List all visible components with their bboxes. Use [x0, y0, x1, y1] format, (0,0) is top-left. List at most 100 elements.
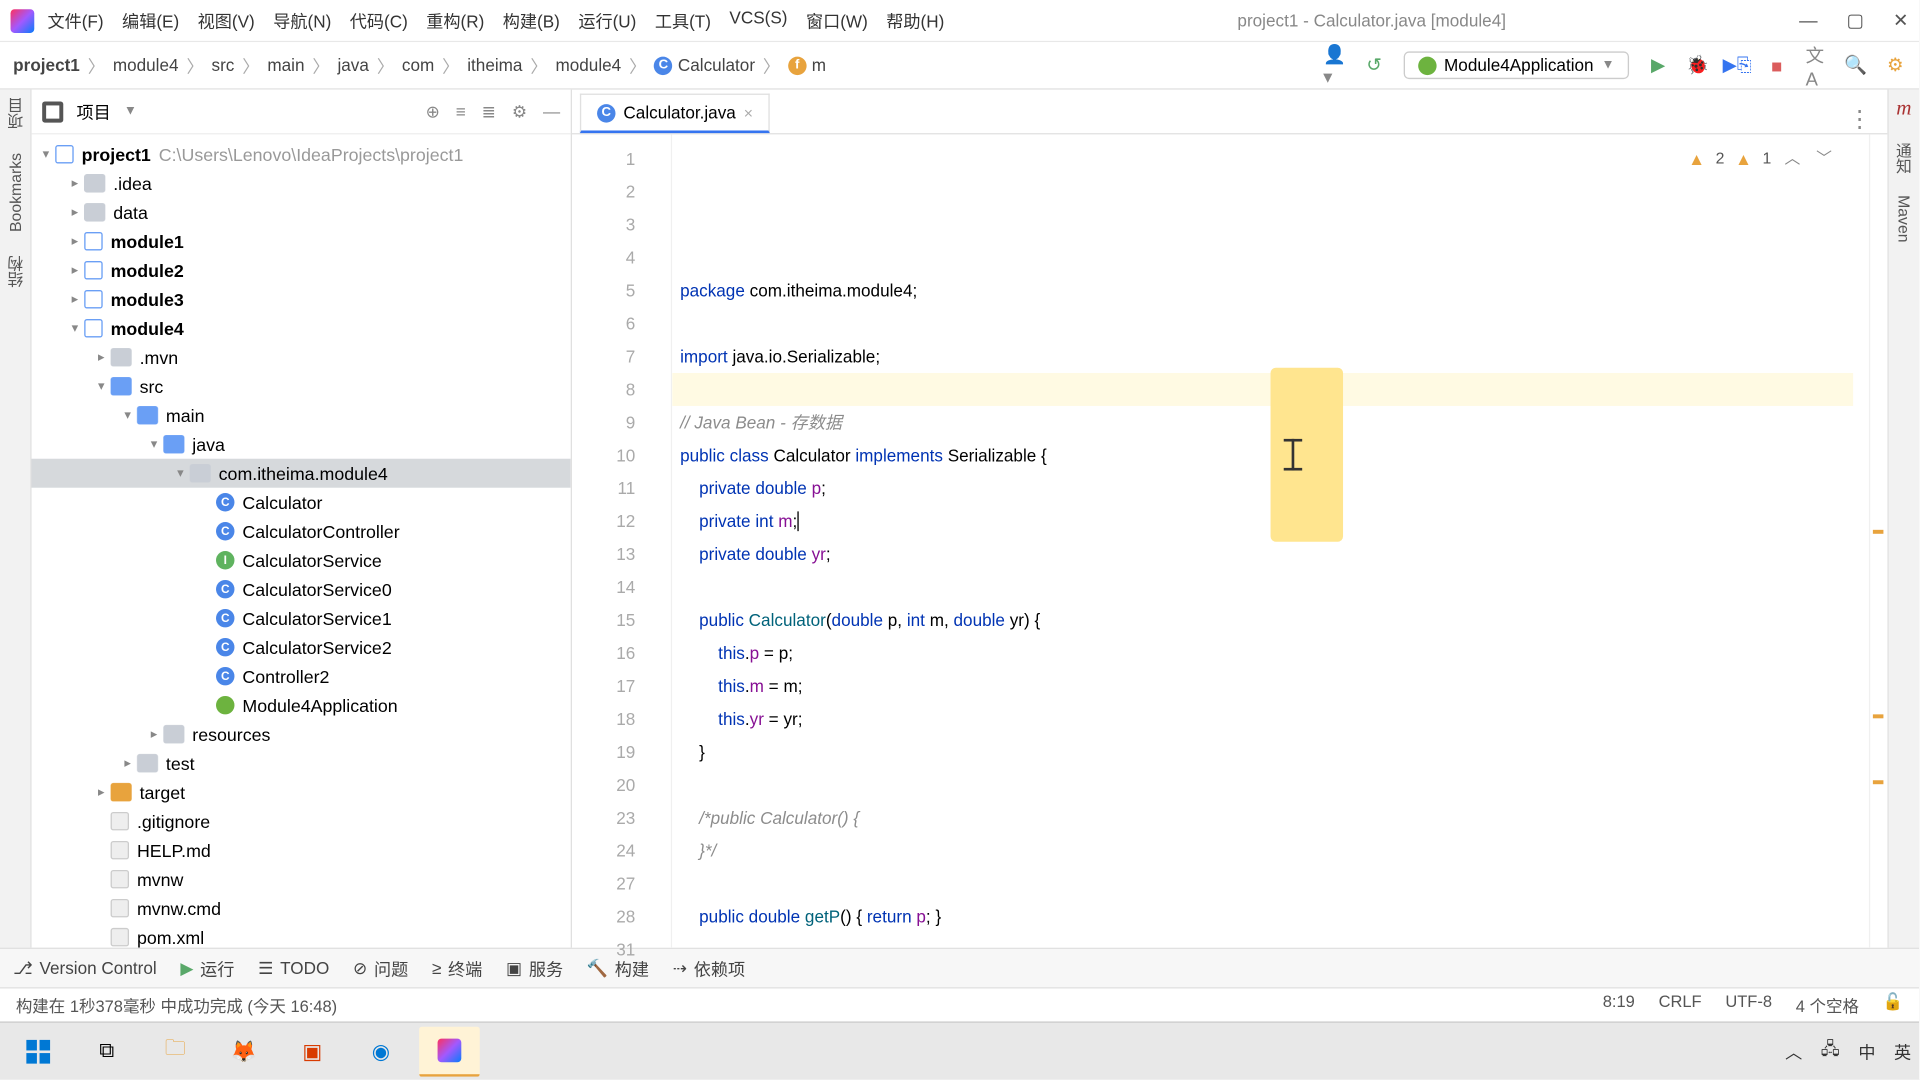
menu-item[interactable]: 运行(U) [578, 8, 636, 33]
locate-icon[interactable]: ⊕ [426, 101, 440, 122]
firefox-button[interactable]: 🦊 [214, 1026, 275, 1076]
start-button[interactable] [8, 1026, 69, 1076]
breadcrumb-item[interactable]: java [337, 55, 368, 75]
menu-item[interactable]: 工具(T) [655, 8, 711, 33]
stop-button[interactable]: ■ [1766, 55, 1787, 76]
run-config-selector[interactable]: Module4Application ▼ [1403, 51, 1629, 79]
sync-icon[interactable]: ↺ [1364, 55, 1385, 76]
left-tab-structure[interactable]: 结构 [4, 256, 26, 288]
tree-node[interactable]: ▸.idea [32, 169, 571, 198]
office-button[interactable]: ▣ [282, 1026, 343, 1076]
menu-item[interactable]: 窗口(W) [806, 8, 868, 33]
debug-button[interactable]: 🐞 [1687, 55, 1708, 76]
breadcrumb-item[interactable]: project1 [13, 55, 80, 75]
tree-node[interactable]: ▸module3 [32, 285, 571, 314]
tool-version-control[interactable]: ⎇Version Control [13, 958, 156, 979]
right-tab-maven[interactable]: Maven [1895, 195, 1913, 242]
tree-node[interactable]: .gitignore [32, 807, 571, 836]
readonly-lock-icon[interactable]: 🔓 [1883, 992, 1904, 1017]
line-separator[interactable]: CRLF [1659, 992, 1702, 1017]
project-tree[interactable]: ▾project1C:\Users\Lenovo\IdeaProjects\pr… [32, 134, 571, 947]
search-icon[interactable]: 🔍 [1845, 55, 1866, 76]
tree-node[interactable]: pom.xml [32, 923, 571, 948]
tool-problems[interactable]: ⊘问题 [353, 956, 408, 981]
caret-position[interactable]: 8:19 [1603, 992, 1635, 1017]
indent-info[interactable]: 4 个空格 [1796, 992, 1859, 1017]
tray-network-icon[interactable]: 🖧 [1821, 1037, 1840, 1066]
tool-terminal[interactable]: ≥终端 [432, 956, 482, 981]
tree-node[interactable]: CController2 [32, 662, 571, 691]
tool-run[interactable]: ▶运行 [180, 956, 234, 981]
explorer-button[interactable]: 🗀 [145, 1026, 206, 1076]
taskview-button[interactable]: ⧉ [76, 1026, 137, 1076]
settings-icon[interactable]: ⚙ [1885, 55, 1906, 76]
menu-bar[interactable]: 文件(F) 编辑(E) 视图(V) 导航(N) 代码(C) 重构(R) 构建(B) 运行(U)… [47, 8, 944, 33]
tree-node[interactable]: mvnw.cmd [32, 894, 571, 923]
left-gutter[interactable]: 项目 Bookmarks 结构 [0, 90, 32, 948]
right-tab-notify[interactable]: 通知 [1893, 142, 1915, 174]
ime-indicator-2[interactable]: 英 [1894, 1039, 1911, 1064]
tree-node[interactable]: CCalculator [32, 488, 571, 517]
error-stripe[interactable] [1869, 134, 1887, 947]
menu-item[interactable]: 视图(V) [198, 8, 255, 33]
minimize-button[interactable]: — [1799, 9, 1817, 31]
menu-item[interactable]: VCS(S) [729, 8, 787, 33]
breadcrumb[interactable]: project1〉module4〉src〉main〉java〉com〉ithei… [13, 53, 826, 78]
tree-node[interactable]: ▸test [32, 749, 571, 778]
hide-icon[interactable]: — [543, 101, 560, 122]
breadcrumb-field[interactable]: f m [788, 55, 826, 75]
close-button[interactable]: ✕ [1893, 9, 1908, 31]
tree-root[interactable]: ▾project1C:\Users\Lenovo\IdeaProjects\pr… [32, 140, 571, 169]
breadcrumb-item[interactable]: module4 [113, 55, 179, 75]
collapse-icon[interactable]: ≣ [482, 101, 496, 122]
tree-node[interactable]: ▾module4 [32, 314, 571, 343]
tree-node[interactable]: ICalculatorService [32, 546, 571, 575]
tool-todo[interactable]: ☰TODO [258, 958, 329, 979]
fold-column[interactable] [654, 134, 672, 947]
user-icon[interactable]: 👤▾ [1324, 55, 1345, 76]
right-gutter[interactable]: m 通知 Maven [1887, 90, 1919, 948]
breadcrumb-item[interactable]: itheima [467, 55, 522, 75]
expand-icon[interactable]: ≡ [456, 101, 466, 122]
editor-tabs[interactable]: C Calculator.java × ⋮ [572, 90, 1887, 135]
menu-item[interactable]: 构建(B) [503, 8, 560, 33]
tree-node[interactable]: CCalculatorService1 [32, 604, 571, 633]
tool-window-bar[interactable]: ⎇Version Control ▶运行 ☰TODO ⊘问题 ≥终端 ▣服务 🔨… [0, 948, 1919, 988]
tree-node[interactable]: mvnw [32, 865, 571, 894]
breadcrumb-item[interactable]: module4 [555, 55, 621, 75]
maximize-button[interactable]: ▢ [1847, 9, 1864, 31]
translate-icon[interactable]: 文A [1806, 55, 1827, 76]
windows-taskbar[interactable]: ⧉ 🗀 🦊 ▣ ◉ ︿ 🖧 中 英 [0, 1021, 1919, 1079]
tree-node[interactable]: ▸module1 [32, 227, 571, 256]
menu-item[interactable]: 重构(R) [426, 8, 484, 33]
left-tab-bookmarks[interactable]: Bookmarks [6, 153, 24, 232]
breadcrumb-item[interactable]: main [267, 55, 304, 75]
tree-node[interactable]: HELP.md [32, 836, 571, 865]
tool-deps[interactable]: ⇢依赖项 [673, 956, 745, 981]
inspection-widget[interactable]: ▲2 ▲1 ︿﹀ [1683, 140, 1840, 178]
tree-node[interactable]: ▾main [32, 401, 571, 430]
edge-button[interactable]: ◉ [351, 1026, 412, 1076]
menu-item[interactable]: 编辑(E) [122, 8, 179, 33]
intellij-button[interactable] [419, 1026, 480, 1076]
tree-node[interactable]: CCalculatorController [32, 517, 571, 546]
tree-node[interactable]: ▸target [32, 778, 571, 807]
tree-node[interactable]: ▾java [32, 430, 571, 459]
menu-item[interactable]: 文件(F) [47, 8, 103, 33]
maven-icon[interactable]: m [1896, 98, 1911, 122]
menu-item[interactable]: 导航(N) [273, 8, 331, 33]
tray-chevron-icon[interactable]: ︿ [1785, 1039, 1802, 1064]
tree-node[interactable]: Module4Application [32, 691, 571, 720]
breadcrumb-item[interactable]: com [402, 55, 434, 75]
menu-item[interactable]: 帮助(H) [886, 8, 944, 33]
menu-item[interactable]: 代码(C) [350, 8, 408, 33]
tree-node[interactable]: ▾src [32, 372, 571, 401]
breadcrumb-item[interactable]: src [212, 55, 235, 75]
tree-node[interactable]: ▾com.itheima.module4 [32, 459, 571, 488]
tool-services[interactable]: ▣服务 [506, 956, 563, 981]
breadcrumb-class[interactable]: C Calculator [654, 55, 755, 75]
tab-calculator[interactable]: C Calculator.java × [580, 94, 770, 134]
coverage-button[interactable]: ▶⎘ [1727, 55, 1748, 76]
gear-icon[interactable]: ⚙ [512, 101, 527, 122]
tab-more-icon[interactable]: ⋮ [1832, 105, 1887, 133]
